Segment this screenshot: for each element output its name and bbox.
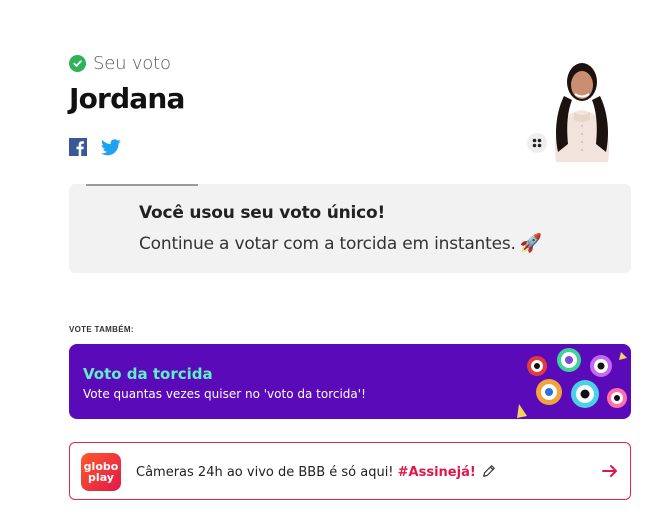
eye-character [557, 348, 581, 372]
candidate-name: Jordana [69, 82, 185, 115]
fan-vote-banner[interactable]: Voto da torcida Vote quantas vezes quise… [69, 344, 631, 419]
facebook-icon[interactable] [69, 138, 87, 156]
confetti [619, 352, 627, 360]
unique-vote-notice: Você usou seu voto único! Continue a vot… [69, 184, 631, 273]
globoplay-logo: globo play [81, 453, 121, 491]
share-buttons [69, 138, 121, 156]
twitter-icon[interactable] [101, 138, 121, 156]
pencil-icon [481, 465, 497, 480]
grid-icon[interactable] [527, 133, 547, 153]
fan-vote-subtitle: Vote quantas vezes quiser no 'voto da to… [83, 387, 366, 401]
notice-title: Você usou seu voto único! [139, 203, 386, 223]
arrow-right-icon[interactable] [600, 461, 620, 481]
eyes-illustration [517, 348, 627, 418]
promo-text: Câmeras 24h ao vivo de BBB é só aqui! #A… [136, 464, 497, 480]
check-icon [69, 54, 86, 72]
notice-message-text: Continue a votar com a torcida em instan… [139, 234, 516, 254]
eye-character [607, 388, 627, 408]
eye-character [536, 379, 562, 405]
eye-character [527, 356, 547, 376]
promo-message: Câmeras 24h ao vivo de BBB é só aqui! [136, 465, 398, 480]
vote-also-label: VOTE TAMBÉM: [69, 325, 134, 334]
eye-character [590, 355, 612, 377]
candidate-photo [538, 52, 626, 162]
rocket-icon: 🚀 [519, 233, 542, 254]
confetti [517, 404, 527, 418]
countdown-progress-bar [86, 184, 198, 186]
globoplay-promo[interactable]: globo play Câmeras 24h ao vivo de BBB é … [69, 442, 631, 500]
eye-character [571, 380, 599, 408]
notice-message: Continue a votar com a torcida em instan… [139, 233, 542, 254]
logo-text-line2: play [88, 471, 114, 484]
voted-label: Seu voto [93, 52, 171, 74]
fan-vote-title: Voto da torcida [83, 365, 213, 383]
promo-cta: #Assinejá! [397, 465, 476, 480]
